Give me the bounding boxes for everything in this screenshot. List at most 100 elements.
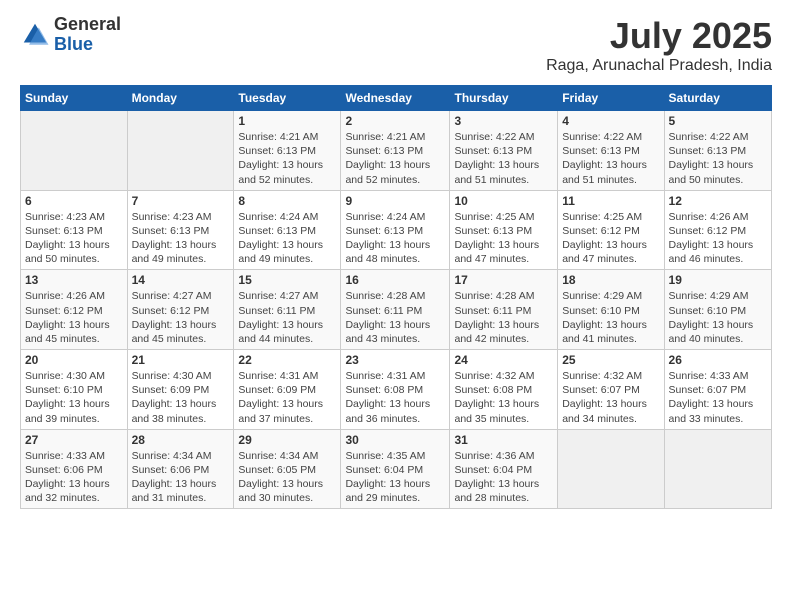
calendar-cell: 20 Sunrise: 4:30 AMSunset: 6:10 PMDayligh… <box>21 350 128 430</box>
day-info: Sunrise: 4:25 AMSunset: 6:12 PMDaylight:… <box>562 210 659 267</box>
calendar-cell: 2 Sunrise: 4:21 AMSunset: 6:13 PMDaylight… <box>341 111 450 191</box>
calendar-cell: 5 Sunrise: 4:22 AMSunset: 6:13 PMDaylight… <box>664 111 771 191</box>
day-number: 4 <box>562 114 659 128</box>
calendar-cell: 31 Sunrise: 4:36 AMSunset: 6:04 PMDayligh… <box>450 429 558 509</box>
calendar-cell: 15Sunrise: 4:27 AMSunset: 6:11 PMDayligh… <box>234 270 341 350</box>
weekday-header: Sunday <box>21 86 128 111</box>
day-info: Sunrise: 4:21 AMSunset: 6:13 PMDaylight:… <box>238 130 336 187</box>
calendar-week-row: 6 Sunrise: 4:23 AMSunset: 6:13 PMDaylight… <box>21 190 772 270</box>
calendar-cell: 22 Sunrise: 4:31 AMSunset: 6:09 PMDayligh… <box>234 350 341 430</box>
calendar-cell <box>664 429 771 509</box>
day-number: 12 <box>669 194 767 208</box>
calendar-week-row: 1Sunrise: 4:21 AMSunset: 6:13 PMDaylight… <box>21 111 772 191</box>
day-info: Sunrise: 4:22 AMSunset: 6:13 PMDaylight:… <box>454 130 553 187</box>
day-info: Sunrise: 4:30 AMSunset: 6:10 PMDaylight:… <box>25 369 123 426</box>
day-info: Sunrise: 4:26 AMSunset: 6:12 PMDaylight:… <box>25 289 123 346</box>
calendar-cell: 1Sunrise: 4:21 AMSunset: 6:13 PMDaylight… <box>234 111 341 191</box>
weekday-header: Wednesday <box>341 86 450 111</box>
day-info: Sunrise: 4:26 AMSunset: 6:12 PMDaylight:… <box>669 210 767 267</box>
day-info: Sunrise: 4:31 AMSunset: 6:09 PMDaylight:… <box>238 369 336 426</box>
day-number: 17 <box>454 273 553 287</box>
calendar-cell: 6 Sunrise: 4:23 AMSunset: 6:13 PMDaylight… <box>21 190 128 270</box>
calendar-cell: 25Sunrise: 4:32 AMSunset: 6:07 PMDayligh… <box>558 350 664 430</box>
day-info: Sunrise: 4:29 AMSunset: 6:10 PMDaylight:… <box>669 289 767 346</box>
calendar-cell: 14 Sunrise: 4:27 AMSunset: 6:12 PMDayligh… <box>127 270 234 350</box>
day-number: 13 <box>25 273 123 287</box>
day-info: Sunrise: 4:22 AMSunset: 6:13 PMDaylight:… <box>562 130 659 187</box>
day-number: 29 <box>238 433 336 447</box>
day-number: 15 <box>238 273 336 287</box>
day-number: 16 <box>345 273 445 287</box>
calendar-cell: 13 Sunrise: 4:26 AMSunset: 6:12 PMDayligh… <box>21 270 128 350</box>
day-info: Sunrise: 4:29 AMSunset: 6:10 PMDaylight:… <box>562 289 659 346</box>
header: General Blue July 2025 Raga, Arunachal P… <box>20 15 772 75</box>
day-number: 24 <box>454 353 553 367</box>
month-title: July 2025 <box>546 15 772 57</box>
logo: General Blue <box>20 15 121 55</box>
day-info: Sunrise: 4:27 AMSunset: 6:12 PMDaylight:… <box>132 289 230 346</box>
day-info: Sunrise: 4:33 AMSunset: 6:06 PMDaylight:… <box>25 449 123 506</box>
day-info: Sunrise: 4:34 AMSunset: 6:05 PMDaylight:… <box>238 449 336 506</box>
calendar-cell: 3Sunrise: 4:22 AMSunset: 6:13 PMDaylight… <box>450 111 558 191</box>
weekday-header: Thursday <box>450 86 558 111</box>
calendar-header-row: SundayMondayTuesdayWednesdayThursdayFrid… <box>21 86 772 111</box>
day-info: Sunrise: 4:35 AMSunset: 6:04 PMDaylight:… <box>345 449 445 506</box>
calendar-week-row: 20 Sunrise: 4:30 AMSunset: 6:10 PMDayligh… <box>21 350 772 430</box>
day-number: 5 <box>669 114 767 128</box>
calendar-cell <box>127 111 234 191</box>
calendar-cell: 17Sunrise: 4:28 AMSunset: 6:11 PMDayligh… <box>450 270 558 350</box>
logo-text: General Blue <box>54 15 121 55</box>
calendar-cell: 8 Sunrise: 4:24 AMSunset: 6:13 PMDaylight… <box>234 190 341 270</box>
logo-blue: Blue <box>54 35 121 55</box>
day-info: Sunrise: 4:24 AMSunset: 6:13 PMDaylight:… <box>345 210 445 267</box>
day-number: 31 <box>454 433 553 447</box>
calendar-cell: 16 Sunrise: 4:28 AMSunset: 6:11 PMDayligh… <box>341 270 450 350</box>
day-info: Sunrise: 4:21 AMSunset: 6:13 PMDaylight:… <box>345 130 445 187</box>
day-number: 8 <box>238 194 336 208</box>
day-number: 23 <box>345 353 445 367</box>
day-info: Sunrise: 4:32 AMSunset: 6:08 PMDaylight:… <box>454 369 553 426</box>
calendar-cell: 27 Sunrise: 4:33 AMSunset: 6:06 PMDayligh… <box>21 429 128 509</box>
calendar-cell: 12 Sunrise: 4:26 AMSunset: 6:12 PMDayligh… <box>664 190 771 270</box>
day-info: Sunrise: 4:23 AMSunset: 6:13 PMDaylight:… <box>132 210 230 267</box>
calendar-cell: 7 Sunrise: 4:23 AMSunset: 6:13 PMDaylight… <box>127 190 234 270</box>
day-number: 7 <box>132 194 230 208</box>
day-number: 2 <box>345 114 445 128</box>
weekday-header: Friday <box>558 86 664 111</box>
day-number: 30 <box>345 433 445 447</box>
day-info: Sunrise: 4:31 AMSunset: 6:08 PMDaylight:… <box>345 369 445 426</box>
day-info: Sunrise: 4:23 AMSunset: 6:13 PMDaylight:… <box>25 210 123 267</box>
calendar-cell: 19 Sunrise: 4:29 AMSunset: 6:10 PMDayligh… <box>664 270 771 350</box>
day-number: 19 <box>669 273 767 287</box>
calendar-week-row: 27 Sunrise: 4:33 AMSunset: 6:06 PMDayligh… <box>21 429 772 509</box>
day-number: 27 <box>25 433 123 447</box>
day-number: 6 <box>25 194 123 208</box>
day-number: 25 <box>562 353 659 367</box>
weekday-header: Tuesday <box>234 86 341 111</box>
calendar-cell: 24 Sunrise: 4:32 AMSunset: 6:08 PMDayligh… <box>450 350 558 430</box>
day-info: Sunrise: 4:34 AMSunset: 6:06 PMDaylight:… <box>132 449 230 506</box>
day-number: 9 <box>345 194 445 208</box>
calendar-cell <box>21 111 128 191</box>
calendar-cell: 10Sunrise: 4:25 AMSunset: 6:13 PMDayligh… <box>450 190 558 270</box>
title-block: July 2025 Raga, Arunachal Pradesh, India <box>546 15 772 75</box>
day-info: Sunrise: 4:24 AMSunset: 6:13 PMDaylight:… <box>238 210 336 267</box>
day-number: 28 <box>132 433 230 447</box>
day-number: 22 <box>238 353 336 367</box>
day-info: Sunrise: 4:22 AMSunset: 6:13 PMDaylight:… <box>669 130 767 187</box>
day-info: Sunrise: 4:36 AMSunset: 6:04 PMDaylight:… <box>454 449 553 506</box>
weekday-header: Saturday <box>664 86 771 111</box>
day-info: Sunrise: 4:28 AMSunset: 6:11 PMDaylight:… <box>345 289 445 346</box>
calendar-cell: 28 Sunrise: 4:34 AMSunset: 6:06 PMDayligh… <box>127 429 234 509</box>
day-info: Sunrise: 4:30 AMSunset: 6:09 PMDaylight:… <box>132 369 230 426</box>
calendar-cell: 11Sunrise: 4:25 AMSunset: 6:12 PMDayligh… <box>558 190 664 270</box>
day-number: 10 <box>454 194 553 208</box>
day-number: 20 <box>25 353 123 367</box>
calendar-cell <box>558 429 664 509</box>
calendar-cell: 26Sunrise: 4:33 AMSunset: 6:07 PMDayligh… <box>664 350 771 430</box>
day-number: 14 <box>132 273 230 287</box>
location-title: Raga, Arunachal Pradesh, India <box>546 57 772 75</box>
weekday-header: Monday <box>127 86 234 111</box>
page: General Blue July 2025 Raga, Arunachal P… <box>0 0 792 524</box>
logo-general: General <box>54 15 121 35</box>
